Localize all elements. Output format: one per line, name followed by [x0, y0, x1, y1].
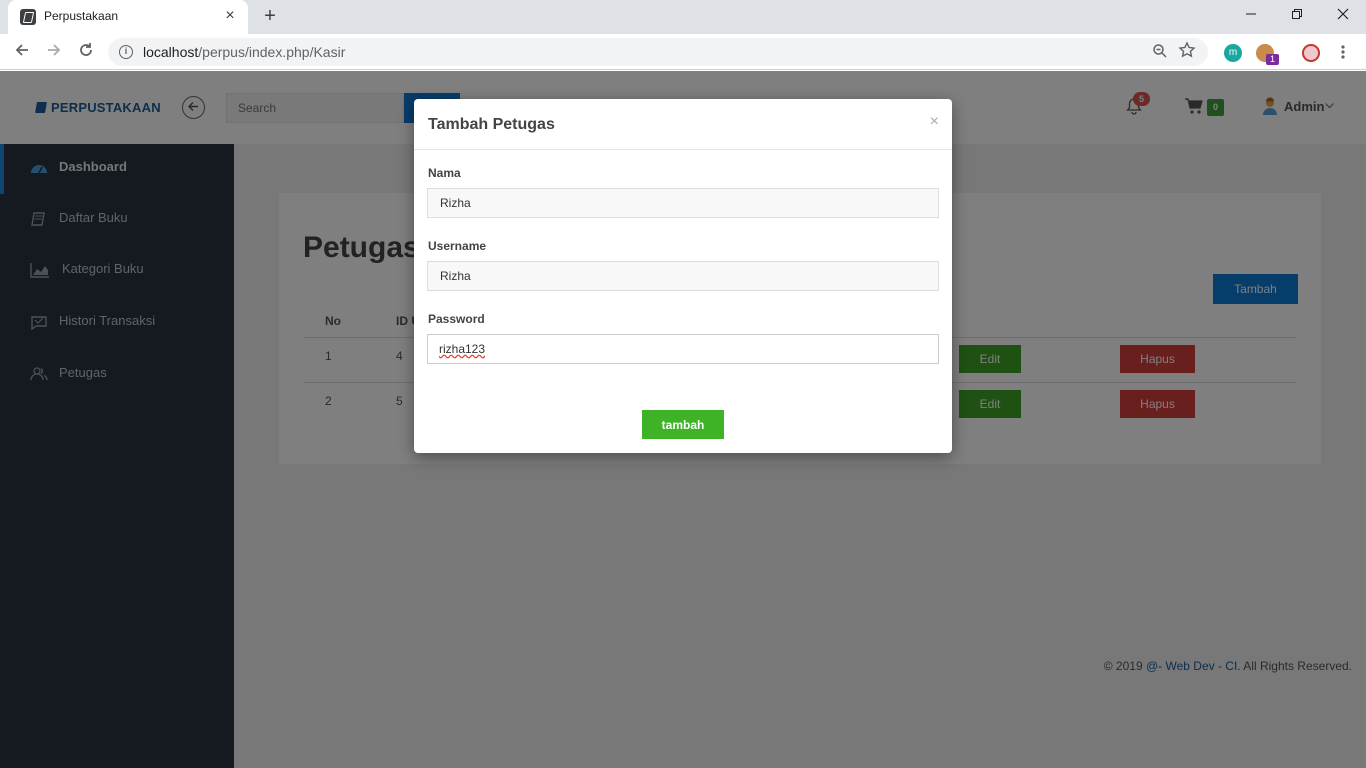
bookmark-star-icon[interactable]	[1178, 41, 1196, 64]
nama-label: Nama	[428, 166, 461, 180]
reload-button[interactable]	[72, 38, 100, 66]
minimize-icon	[1246, 13, 1256, 15]
forward-button[interactable]	[40, 38, 68, 66]
url-host: localhost	[143, 44, 199, 60]
new-tab-button[interactable]: +	[258, 4, 282, 28]
app-viewport: PERPUSTAKAAN 5 0 Admin Dashboard Daftar …	[0, 71, 1366, 768]
star-icon	[1178, 41, 1196, 58]
username-label: Username	[428, 239, 487, 253]
username-input[interactable]	[427, 261, 939, 291]
password-value: rizha123	[439, 342, 486, 356]
extension-m-icon[interactable]: m	[1224, 44, 1242, 62]
magnifier-minus-icon	[1153, 44, 1167, 58]
page-favicon-icon	[20, 9, 36, 25]
window-minimize-button[interactable]	[1228, 0, 1274, 30]
arrow-left-icon	[15, 44, 28, 56]
tab-close-icon[interactable]: ×	[220, 6, 240, 26]
site-info-icon[interactable]: i	[119, 45, 133, 59]
kebab-menu-icon	[1341, 45, 1345, 59]
browser-menu-button[interactable]	[1337, 43, 1349, 61]
modal-close-icon[interactable]: ×	[930, 113, 939, 131]
window-close-button[interactable]	[1320, 0, 1366, 30]
browser-tabstrip: Perpustakaan × +	[0, 0, 1366, 34]
browser-tab[interactable]: Perpustakaan ×	[8, 0, 248, 34]
browser-toolbar: i localhost/perpus/index.php/Kasir m 1	[0, 34, 1366, 70]
tambah-petugas-modal: Tambah Petugas × Nama Username Password …	[414, 99, 952, 453]
modal-divider	[414, 149, 952, 150]
url-text: localhost/perpus/index.php/Kasir	[143, 44, 345, 60]
window-restore-button[interactable]	[1274, 0, 1320, 30]
modal-title: Tambah Petugas	[428, 116, 555, 133]
back-button[interactable]	[8, 38, 36, 66]
restore-icon	[1292, 9, 1302, 19]
password-label: Password	[428, 312, 485, 326]
zoom-icon[interactable]	[1152, 43, 1168, 63]
tambah-submit-button[interactable]: tambah	[642, 410, 724, 439]
address-bar[interactable]: i localhost/perpus/index.php/Kasir	[108, 38, 1208, 66]
nama-input[interactable]	[427, 188, 939, 218]
url-path: /perpus/index.php/Kasir	[198, 44, 346, 60]
arrow-right-icon	[48, 44, 61, 56]
extension-badge: 1	[1266, 54, 1279, 65]
close-window-icon	[1337, 8, 1349, 20]
profile-avatar-icon[interactable]	[1302, 44, 1320, 62]
password-input[interactable]	[427, 334, 939, 364]
reload-icon	[80, 43, 92, 56]
tab-title: Perpustakaan	[44, 9, 119, 23]
